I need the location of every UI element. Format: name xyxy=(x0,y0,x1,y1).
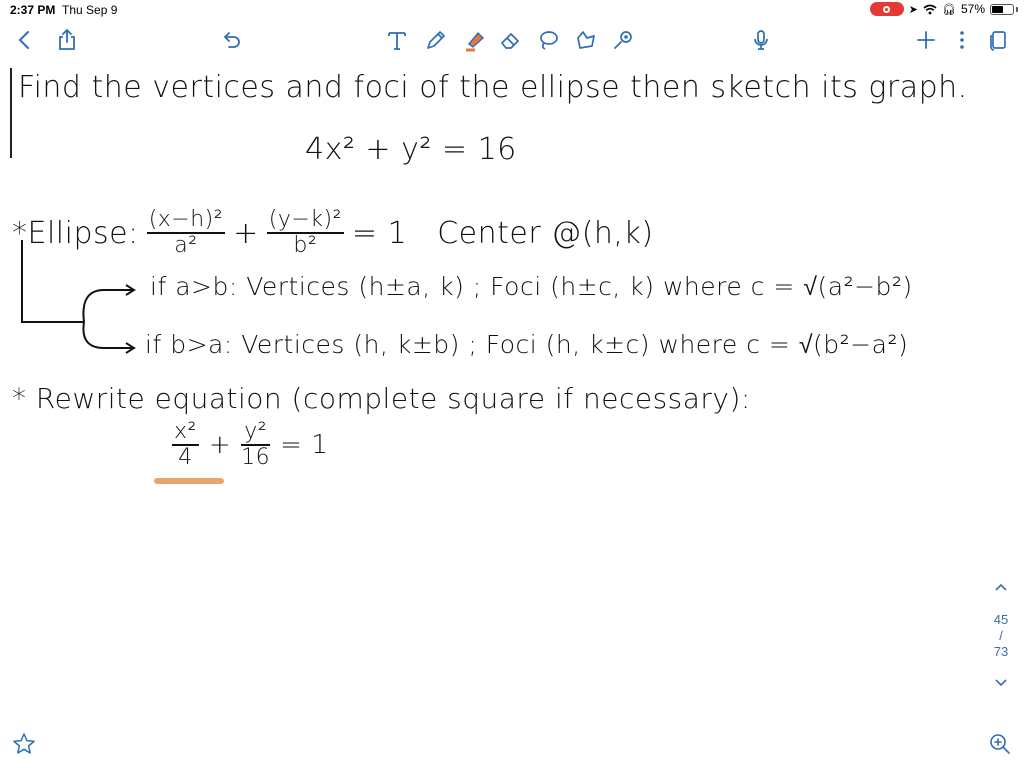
favorite-star-icon[interactable] xyxy=(12,732,38,758)
fraction-y-den: b² xyxy=(293,233,318,259)
zoom-in-icon[interactable] xyxy=(988,732,1014,758)
battery-tip xyxy=(1016,6,1018,12)
case-a-greater-b: if a>b: Vertices (h±a, k) ; Foci (h±c, k… xyxy=(150,272,913,301)
fraction-x-den: a² xyxy=(174,233,198,259)
problem-title: Find the vertices and foci of the ellips… xyxy=(18,70,968,105)
page-up-chevron-icon[interactable] xyxy=(988,580,1014,595)
battery-icon xyxy=(990,3,1014,15)
rw-fraction-y-num: y² xyxy=(241,419,271,447)
headphones-icon: 🎧︎ xyxy=(942,3,956,16)
eraser-icon[interactable] xyxy=(496,26,526,54)
page-separator: / xyxy=(999,628,1003,643)
given-equation: 4x² + y² = 16 xyxy=(305,132,517,167)
fraction-y-num: (y−k)² xyxy=(266,207,344,235)
rw-fraction-x-num: x² xyxy=(172,419,199,447)
pen-icon[interactable] xyxy=(421,26,451,54)
orange-highlight-stroke xyxy=(154,478,224,484)
shapes-icon[interactable] xyxy=(571,26,601,54)
wifi-icon xyxy=(923,4,937,14)
screen-record-icon[interactable] xyxy=(869,2,904,16)
page-total: 73 xyxy=(993,644,1009,659)
lasso-icon[interactable] xyxy=(533,26,563,54)
center-note: Center @(h,k) xyxy=(437,215,654,251)
toolbar xyxy=(0,20,1024,60)
rw-fraction-y: y² 16 xyxy=(241,419,271,471)
note-canvas[interactable]: Find the vertices and foci of the ellips… xyxy=(0,60,1024,768)
page-indicator: 45 / 73 xyxy=(988,612,1014,660)
location-icon: ➤ xyxy=(908,3,918,16)
more-icon[interactable] xyxy=(947,26,977,54)
rw-fraction-x-den: 4 xyxy=(178,445,193,471)
rw-fraction-y-den: 16 xyxy=(241,445,271,471)
rewrite-instruction: * Rewrite equation (complete square if n… xyxy=(12,382,751,415)
rewritten-equation: x² 4 + y² 16 = 1 xyxy=(172,419,329,471)
status-right: ➤ 🎧︎ 57% xyxy=(869,2,1018,16)
plus-icon[interactable] xyxy=(911,26,941,54)
status-bar: 2:37 PM Thu Sep 9 ➤ 🎧︎ 57% xyxy=(0,0,1024,20)
case-bracket-arrows xyxy=(21,240,136,354)
microphone-icon[interactable] xyxy=(746,26,776,54)
fraction-x: (x−h)² a² xyxy=(146,207,226,259)
share-icon[interactable] xyxy=(52,26,82,54)
battery-percent: 57% xyxy=(960,2,985,16)
margin-line xyxy=(10,68,12,158)
back-chevron-icon[interactable] xyxy=(10,26,40,54)
fraction-x-num: (x−h)² xyxy=(146,207,226,235)
fraction-y: (y−k)² b² xyxy=(266,207,344,259)
laser-pointer-icon[interactable] xyxy=(608,26,638,54)
plus-sign: + xyxy=(233,215,259,251)
text-tool-icon[interactable] xyxy=(382,26,412,54)
status-time: 2:37 PM xyxy=(10,3,56,17)
rw-plus-sign: + xyxy=(208,430,232,461)
page-current: 45 xyxy=(993,612,1009,627)
equals-one: = 1 xyxy=(351,215,408,251)
rw-fraction-x: x² 4 xyxy=(172,419,199,471)
status-date: Thu Sep 9 xyxy=(62,3,118,17)
undo-icon[interactable] xyxy=(217,26,247,54)
case-b-greater-a: if b>a: Vertices (h, k±b) ; Foci (h, k±c… xyxy=(145,330,909,359)
page-down-chevron-icon[interactable] xyxy=(988,676,1014,691)
rw-equals-one: = 1 xyxy=(280,430,329,461)
pages-icon[interactable] xyxy=(983,26,1013,54)
highlighter-icon[interactable] xyxy=(460,26,490,54)
